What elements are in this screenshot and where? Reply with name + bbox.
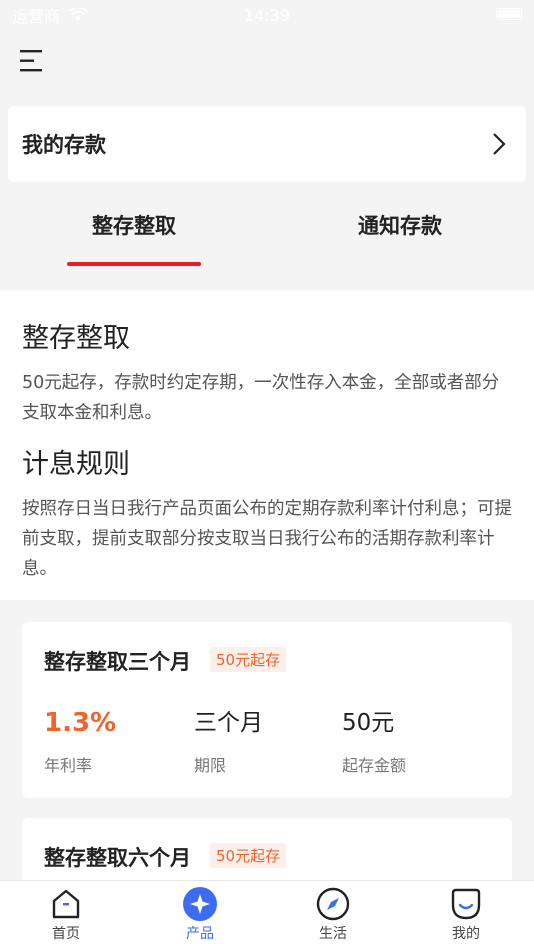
home-icon [52,889,80,919]
min-deposit-badge: 50元起存 [210,843,287,868]
interest-rule-description: 按照存日当日我行产品页面公布的定期存款利率计付利息；可提前支取，提前支取部分按支… [22,499,512,579]
annual-rate-label: 年利率 [44,756,93,775]
sparkle-icon [183,887,217,921]
tabbar-label: 产品 [186,926,214,942]
tabbar-label: 我的 [452,926,480,942]
tabbar-item-mine[interactable]: 我的 [416,887,516,943]
tab-notice-deposit[interactable]: 通知存款 [300,210,500,240]
menu-icon[interactable] [18,46,48,76]
min-amount-value: 50元 [342,710,395,736]
interest-rule-heading: 计息规则 [22,449,130,480]
tabbar-label: 生活 [319,926,347,942]
bottom-tab-bar: 首页 产品 生活 我的 [0,880,534,950]
tabbar-item-life[interactable]: 生活 [283,887,383,943]
my-deposit-title: 我的存款 [22,133,106,157]
tabbar-item-products[interactable]: 产品 [150,887,250,943]
compass-icon [316,887,350,921]
battery-icon [496,8,522,20]
product-name: 整存整取六个月 [44,846,191,870]
product-name: 整存整取三个月 [44,650,191,674]
min-amount-metric: 50元 起存金额 [342,706,406,776]
deposit-tabs: 整存整取 通知存款 [0,196,534,276]
active-tab-indicator [67,262,201,266]
term-value: 三个月 [194,710,263,736]
tab-fixed-deposit[interactable]: 整存整取 [34,210,234,240]
term-metric: 三个月 期限 [194,706,263,776]
status-time: 14:39 [243,5,291,25]
intro-heading: 整存整取 [22,323,130,354]
profile-icon [451,888,481,920]
intro-description: 50元起存，存款时约定存期，一次性存入本金，全部或者部分支取本金和利息。 [22,373,500,423]
min-amount-label: 起存金额 [342,756,407,775]
product-card-3-months[interactable]: 整存整取三个月 50元起存 1.3% 年利率 三个月 期限 50元 起存金额 [22,622,512,798]
my-deposit-card[interactable]: 我的存款 [8,106,526,182]
min-deposit-badge: 50元起存 [210,647,287,672]
tabbar-label: 首页 [52,926,80,942]
tabbar-item-home[interactable]: 首页 [16,887,116,943]
rate-metric: 1.3% 年利率 [44,706,116,776]
term-label: 期限 [194,756,227,775]
status-bar: 运营商 14:39 [0,0,534,30]
product-intro: 整存整取 50元起存，存款时约定存期，一次性存入本金，全部或者部分支取本金和利息… [0,290,534,600]
annual-rate-value: 1.3% [44,708,117,738]
header [0,30,534,94]
chevron-right-icon [493,133,506,155]
